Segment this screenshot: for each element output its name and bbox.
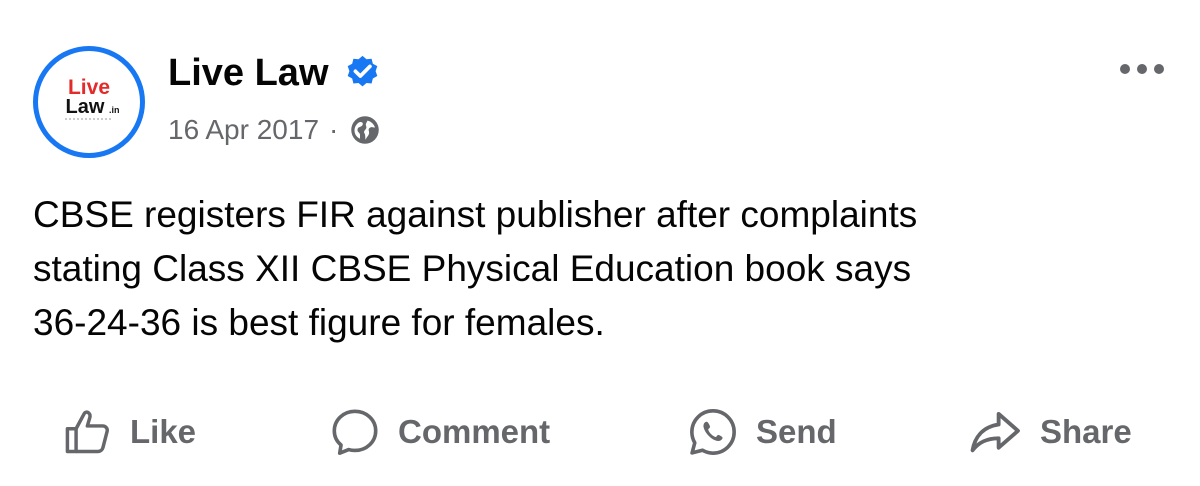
like-button[interactable]: Like	[62, 402, 196, 462]
post-meta: 16 Apr 2017 ·	[168, 110, 380, 150]
author-name[interactable]: Live Law	[168, 46, 329, 100]
more-options-button[interactable]	[1112, 52, 1172, 86]
live-law-logo: Live Law .in	[65, 76, 120, 120]
comment-button[interactable]: Comment	[328, 402, 550, 462]
like-label: Like	[130, 413, 197, 450]
post-text: CBSE registers FIR against publisher aft…	[33, 188, 1153, 350]
post-date[interactable]: 16 Apr 2017	[168, 114, 319, 146]
share-icon	[970, 411, 1020, 453]
share-label: Share	[1040, 413, 1132, 450]
comment-label: Comment	[398, 413, 551, 450]
whatsapp-icon	[690, 409, 736, 455]
globe-icon	[351, 116, 380, 144]
post-text-line: stating Class XII CBSE Physical Educatio…	[33, 248, 912, 289]
svg-text:.in: .in	[109, 105, 120, 115]
more-options-icon	[1137, 64, 1147, 74]
share-button[interactable]: Share	[966, 402, 1132, 462]
more-options-icon	[1120, 64, 1130, 74]
avatar[interactable]: Live Law .in	[33, 46, 145, 158]
send-label: Send	[756, 413, 837, 450]
meta-separator: ·	[329, 114, 339, 145]
send-button[interactable]: Send	[686, 402, 837, 462]
thumbs-up-icon	[65, 410, 109, 454]
comment-icon	[332, 409, 378, 455]
svg-text:Law: Law	[66, 96, 105, 118]
verified-badge-icon	[347, 55, 378, 87]
post-text-line: CBSE registers FIR against publisher aft…	[33, 194, 918, 235]
post-text-line: 36-24-36 is best figure for females.	[33, 302, 605, 343]
more-options-icon	[1154, 64, 1164, 74]
